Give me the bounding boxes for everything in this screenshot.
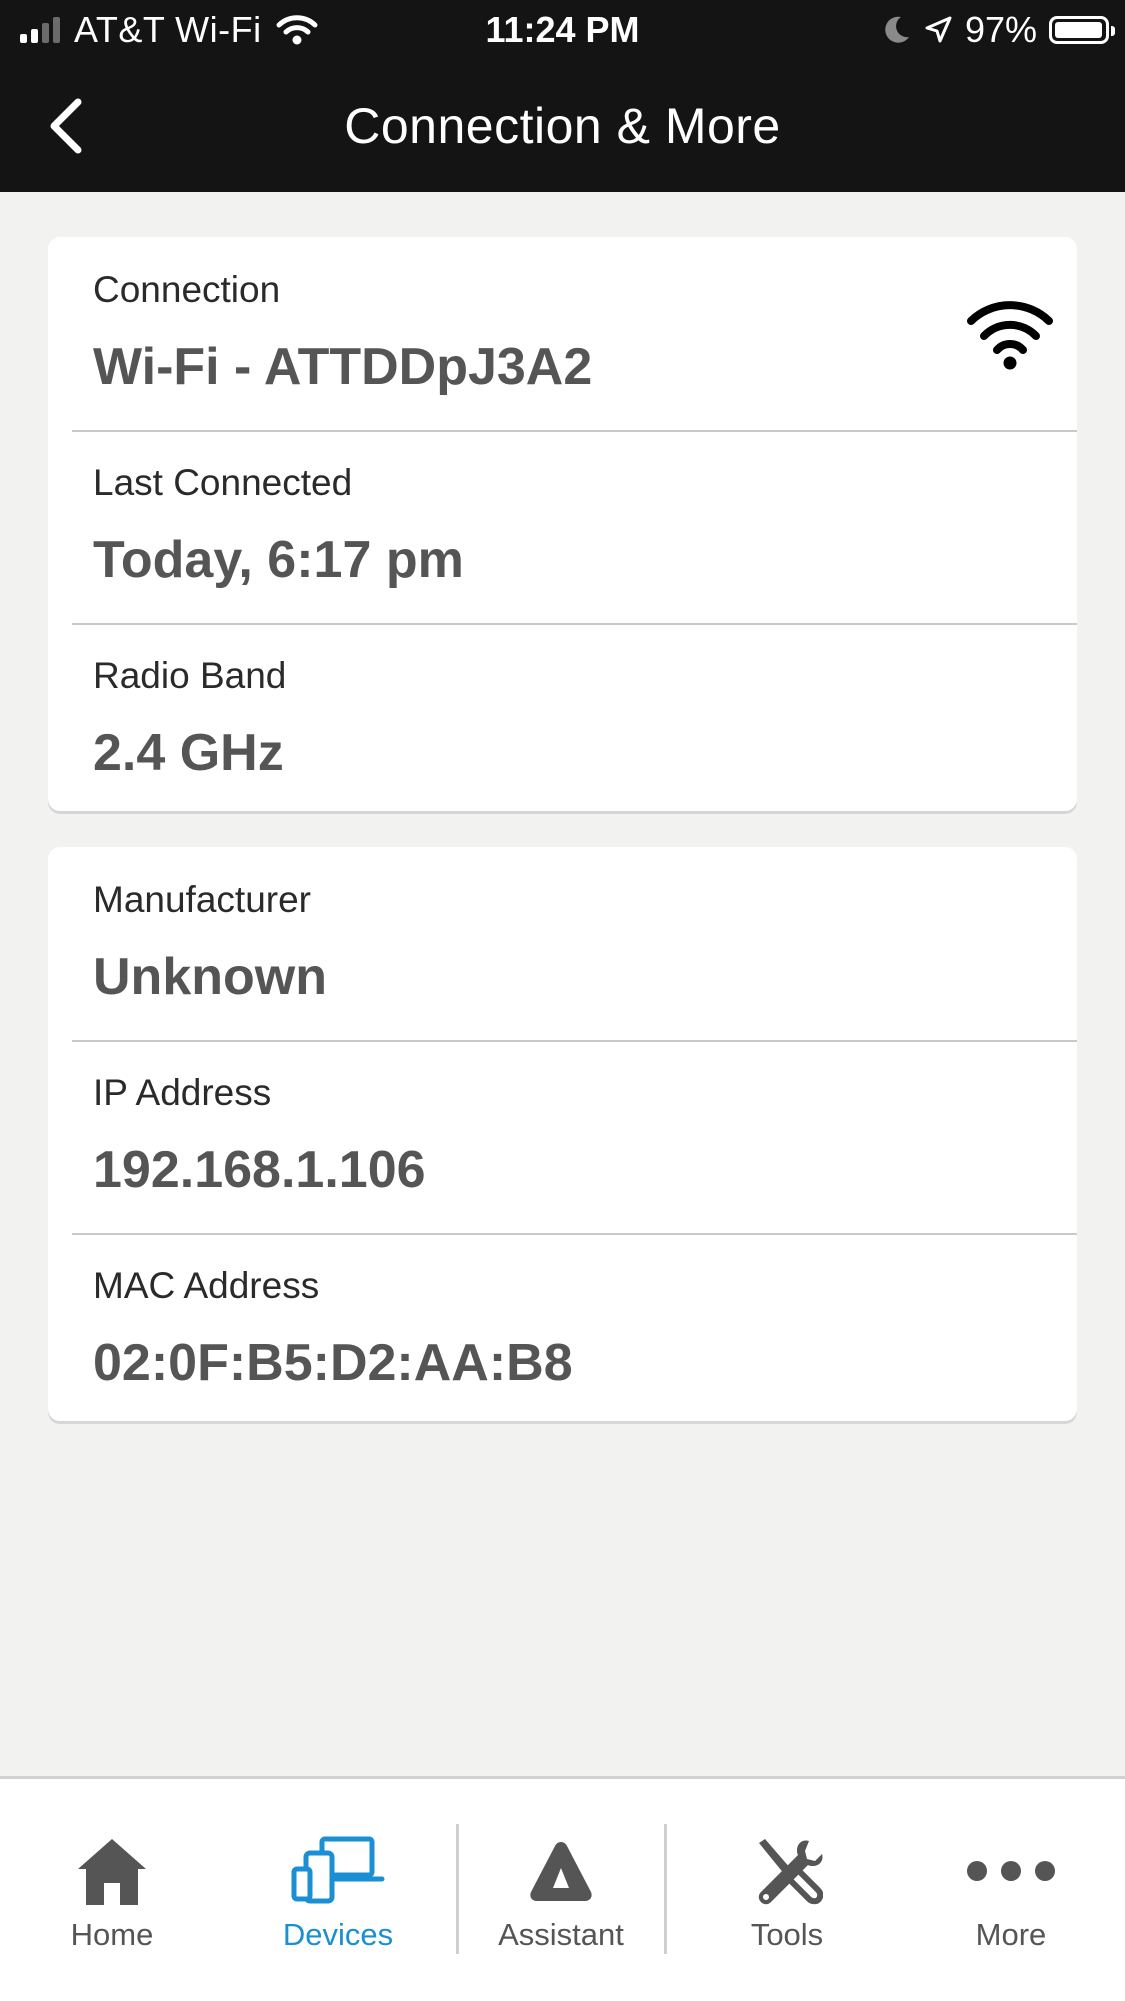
moon-icon [885,16,909,43]
header-bar: Connection & More [0,60,1125,192]
tab-divider [664,1824,667,1954]
mac-address-value: 02:0F:B5:D2:AA:B8 [93,1334,573,1392]
tab-devices[interactable]: Devices [278,1779,398,2001]
manufacturer-row: Manufacturer Unknown [48,847,1077,1040]
page-title: Connection & More [344,98,781,154]
ip-address-row: IP Address 192.168.1.106 [48,1040,1077,1233]
battery-icon [1049,16,1115,44]
manufacturer-value: Unknown [93,948,327,1006]
connection-label: Connection [93,269,281,310]
tools-icon [737,1831,837,1911]
radio-band-row: Radio Band 2.4 GHz [48,623,1077,811]
last-connected-label: Last Connected [93,462,353,503]
tab-bar: Home Devices Assistant Tools More [0,1776,1125,2001]
radio-band-label: Radio Band [93,655,287,696]
tab-devices-label: Devices [282,1917,394,1952]
home-icon [62,1831,162,1911]
tab-tools-label: Tools [750,1917,824,1952]
wifi-icon [967,301,1053,370]
connection-value: Wi-Fi - ATTDDpJ3A2 [93,338,593,396]
last-connected-value: Today, 6:17 pm [93,531,464,589]
status-bar: AT&T Wi-Fi 11:24 PM 97% [0,0,1125,60]
mac-address-label: MAC Address [93,1265,320,1306]
more-dots-icon [961,1831,1061,1911]
mac-address-row: MAC Address 02:0F:B5:D2:AA:B8 [48,1233,1077,1421]
ip-address-value: 192.168.1.106 [93,1141,426,1199]
tab-assistant-label: Assistant [498,1917,624,1952]
devices-icon [278,1831,398,1911]
tab-home-label: Home [70,1917,154,1952]
location-arrow-icon [925,16,952,43]
connection-card: Connection Wi-Fi - ATTDDpJ3A2 Last Conne… [48,237,1077,811]
tab-more-label: More [975,1917,1047,1952]
tab-home[interactable]: Home [62,1779,162,2001]
ip-address-label: IP Address [93,1072,272,1113]
tab-divider [456,1824,459,1954]
device-info-card: Manufacturer Unknown IP Address 192.168.… [48,847,1077,1421]
tab-tools[interactable]: Tools [737,1779,837,2001]
tab-more[interactable]: More [961,1779,1061,2001]
battery-percent: 97% [964,9,1037,50]
radio-band-value: 2.4 GHz [93,724,284,782]
connection-row: Connection Wi-Fi - ATTDDpJ3A2 [48,237,1077,430]
tab-assistant[interactable]: Assistant [491,1779,631,2001]
assistant-icon [491,1831,631,1911]
status-right: 97% [883,8,1115,52]
manufacturer-label: Manufacturer [93,879,311,920]
last-connected-row: Last Connected Today, 6:17 pm [48,430,1077,623]
